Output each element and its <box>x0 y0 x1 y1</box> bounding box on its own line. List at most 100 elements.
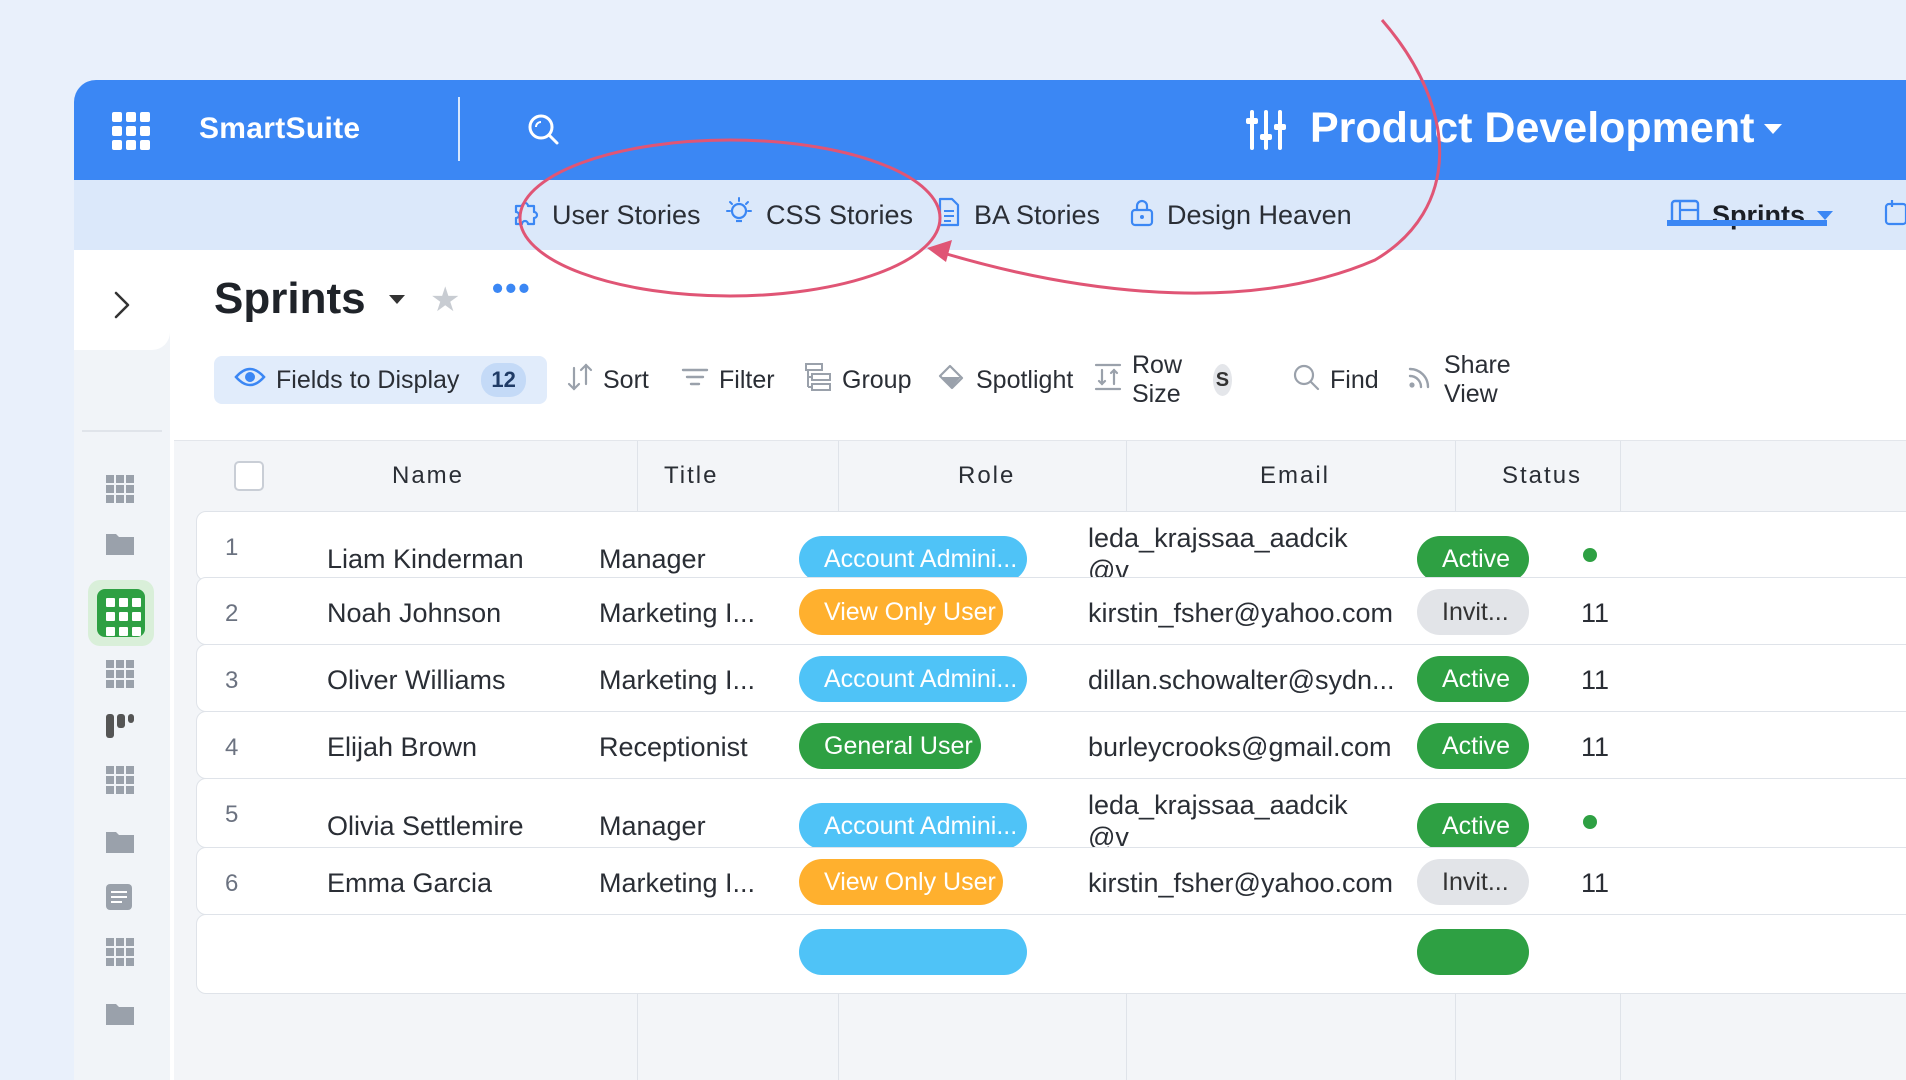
cell-name[interactable]: Noah Johnson <box>327 598 501 629</box>
group-button[interactable]: Group <box>804 356 911 404</box>
cell-extra[interactable]: 11 <box>1581 598 1609 629</box>
grid-view-icon[interactable] <box>104 473 136 505</box>
tab-ba-stories[interactable]: BA Stories <box>936 180 1100 250</box>
cell-extra[interactable]: 11 <box>1581 732 1609 763</box>
board-icon <box>1670 198 1700 233</box>
find-label: Find <box>1330 365 1379 394</box>
column-header-role[interactable]: Role <box>958 441 1015 511</box>
table-row[interactable]: 1 Liam Kinderman Manager Account Admini.… <box>196 511 1906 585</box>
more-options-icon[interactable]: ••• <box>492 270 532 307</box>
solution-settings-icon[interactable] <box>1246 108 1286 157</box>
fields-to-display-button[interactable]: Fields to Display 12 <box>214 356 547 404</box>
row-number: 2 <box>225 600 239 627</box>
star-icon[interactable]: ★ <box>430 280 460 320</box>
column-header-name[interactable]: Name <box>392 441 464 511</box>
table-row[interactable]: 3 Oliver Williams Marketing I... Account… <box>196 644 1906 712</box>
tab-more[interactable] <box>1884 180 1906 250</box>
status-badge[interactable]: Active <box>1417 723 1529 769</box>
table-row[interactable]: 5 Olivia Settlemire Manager Account Admi… <box>196 778 1906 852</box>
role-badge[interactable]: Account Admini... <box>799 803 1027 849</box>
table-row[interactable]: 4 Elijah Brown Receptionist General User… <box>196 711 1906 779</box>
spotlight-button[interactable]: Spotlight <box>936 356 1073 404</box>
puzzle-icon <box>512 198 540 233</box>
sort-button[interactable]: Sort <box>567 356 649 404</box>
brand-logo[interactable]: SmartSuite <box>199 112 360 146</box>
folder-icon[interactable] <box>104 1000 136 1032</box>
status-badge[interactable]: Invit... <box>1417 589 1529 635</box>
paint-bucket-icon <box>936 362 966 399</box>
cell-title[interactable]: Marketing I... <box>599 665 755 696</box>
tab-css-stories[interactable]: CSS Stories <box>724 180 913 250</box>
cell-name[interactable]: Elijah Brown <box>327 732 477 763</box>
grid-view-icon[interactable] <box>104 936 136 968</box>
chevron-down-icon[interactable] <box>1817 210 1834 220</box>
role-badge[interactable] <box>799 929 1027 975</box>
column-header-email[interactable]: Email <box>1260 441 1330 511</box>
cell-title[interactable]: Marketing I... <box>599 598 755 629</box>
spotlight-label: Spotlight <box>976 365 1074 394</box>
table-row[interactable] <box>196 914 1906 994</box>
role-badge[interactable]: Account Admini... <box>799 656 1027 702</box>
column-header-status[interactable]: Status <box>1502 441 1582 511</box>
cell-email[interactable]: dillan.schowalter@sydn... <box>1088 665 1395 696</box>
tab-sprints[interactable]: Sprints <box>1670 180 1834 250</box>
tab-design-heaven[interactable]: Design Heaven <box>1129 180 1352 250</box>
status-badge[interactable] <box>1417 929 1529 975</box>
column-header-title[interactable]: Title <box>664 441 718 511</box>
status-badge[interactable]: Invit... <box>1417 859 1529 905</box>
sort-icon <box>567 362 593 399</box>
role-badge[interactable]: Account Admini... <box>799 536 1027 582</box>
email-text: leda_krajssaa_aadcik <box>1088 790 1348 820</box>
cell-name[interactable]: Olivia Settlemire <box>327 811 524 842</box>
document-icon[interactable] <box>104 882 136 914</box>
role-badge[interactable]: View Only User <box>799 589 1003 635</box>
status-badge[interactable]: Active <box>1417 536 1529 582</box>
cell-title[interactable]: Manager <box>599 544 706 575</box>
cell-extra[interactable]: 11 <box>1581 868 1609 899</box>
row-size-button[interactable]: Row Size S <box>1094 351 1233 408</box>
share-view-button[interactable]: Share View <box>1406 351 1511 408</box>
chevron-down-icon[interactable] <box>389 295 405 304</box>
role-badge[interactable]: View Only User <box>799 859 1003 905</box>
cell-name[interactable]: Liam Kinderman <box>327 544 524 575</box>
row-number: 4 <box>225 734 239 761</box>
cell-email[interactable]: kirstin_fsher@yahoo.com <box>1088 598 1393 629</box>
row-number: 5 <box>225 801 239 828</box>
table-row[interactable]: 6 Emma Garcia Marketing I... View Only U… <box>196 847 1906 915</box>
status-badge[interactable]: Active <box>1417 803 1529 849</box>
grid-view-icon[interactable] <box>104 764 136 796</box>
calendar-icon <box>1884 198 1906 233</box>
chevron-right-icon[interactable] <box>110 290 134 325</box>
find-button[interactable]: Find <box>1292 356 1379 404</box>
select-all-checkbox[interactable] <box>234 461 264 491</box>
data-table: Name Title Role Email Status 1 Liam Kind… <box>174 440 1906 1080</box>
cell-title[interactable]: Manager <box>599 811 706 842</box>
cell-email[interactable]: kirstin_fsher@yahoo.com <box>1088 868 1393 899</box>
grid-view-icon-active[interactable] <box>88 580 154 646</box>
page-title[interactable]: Sprints <box>214 274 366 324</box>
lightbulb-icon <box>724 196 754 234</box>
cell-email[interactable]: burleycrooks@gmail.com <box>1088 732 1392 763</box>
role-badge[interactable]: General User <box>799 723 981 769</box>
cell-email[interactable]: leda_krajssaa_aadcik @v <box>1088 789 1348 853</box>
divider <box>458 97 460 161</box>
filter-button[interactable]: Filter <box>681 356 775 404</box>
cell-extra[interactable]: 11 <box>1581 665 1609 696</box>
cell-name[interactable]: Oliver Williams <box>327 665 506 696</box>
cell-title[interactable]: Marketing I... <box>599 868 755 899</box>
main-content: Sprints ★ ••• Fields to Display 12 Sort … <box>174 250 1906 1080</box>
solution-title[interactable]: Product Development <box>1310 104 1754 153</box>
status-badge[interactable]: Active <box>1417 656 1529 702</box>
tab-label: User Stories <box>552 199 701 230</box>
folder-icon[interactable] <box>104 828 136 860</box>
apps-grid-icon[interactable] <box>112 112 150 150</box>
tab-user-stories[interactable]: User Stories <box>512 180 701 250</box>
solution-dropdown-icon[interactable] <box>1764 124 1782 134</box>
kanban-icon[interactable] <box>104 710 136 742</box>
folder-icon[interactable] <box>104 530 136 562</box>
cell-title[interactable]: Receptionist <box>599 732 748 763</box>
cell-name[interactable]: Emma Garcia <box>327 868 492 899</box>
search-icon[interactable] <box>526 112 562 153</box>
table-row[interactable]: 2 Noah Johnson Marketing I... View Only … <box>196 577 1906 645</box>
grid-view-icon[interactable] <box>104 658 136 690</box>
